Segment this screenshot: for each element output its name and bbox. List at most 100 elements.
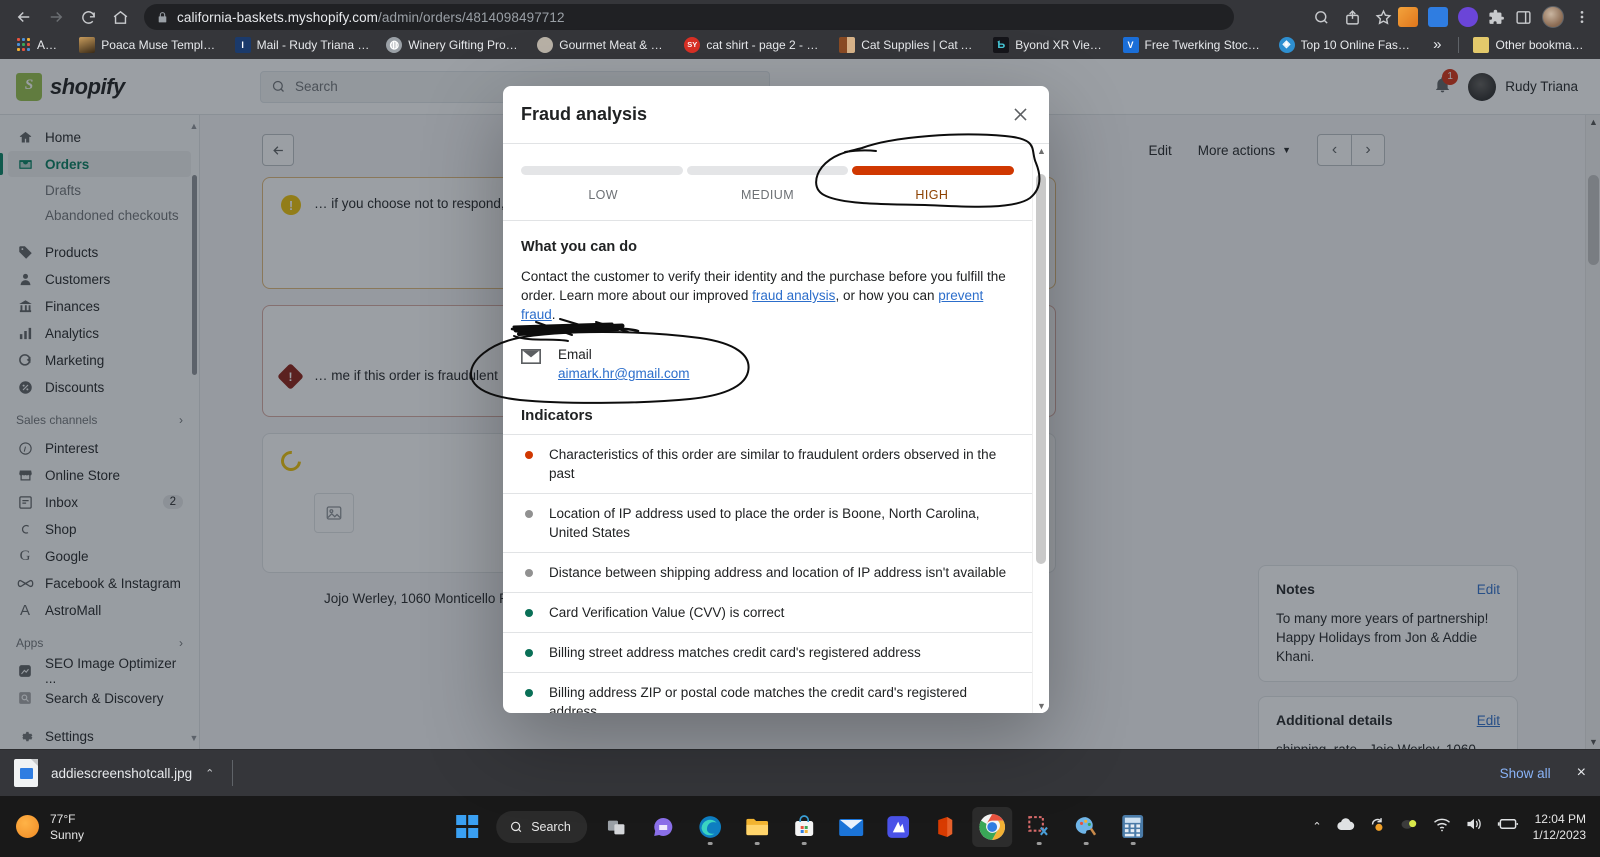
sun-icon [16,815,39,838]
bookmark-label: Top 10 Online Fashi… [1300,37,1417,52]
edge-icon [698,815,721,838]
weather-widget[interactable]: 77°F Sunny [0,811,84,843]
system-tray: ⌃ 12:04 PM 1/12/2023 [1312,811,1600,843]
bookmark-apps[interactable]: Apps [8,34,70,56]
taskbar-edge[interactable] [690,807,730,847]
download-file-name: addiescreenshotcall.jpg [51,765,193,781]
taskbar-search[interactable]: Search [496,810,587,843]
wifi-icon[interactable] [1433,817,1451,837]
reload-button[interactable] [74,3,102,31]
bookmark-item[interactable]: I Mail - Rudy Triana -… [228,34,378,56]
bookmark-item[interactable]: ◈ Top 10 Online Fashi… [1272,34,1424,56]
fraud-analysis-link[interactable]: fraud analysis [752,288,835,303]
modal-scrollbar[interactable]: ▲ ▼ [1032,144,1049,713]
folder-icon [1473,36,1490,53]
clock[interactable]: 12:04 PM 1/12/2023 [1533,811,1586,843]
bookmark-item[interactable]: Gourmet Meat & C… [530,34,675,56]
taskbar-office[interactable] [925,807,965,847]
folder-icon [745,818,768,835]
lock-icon [156,11,169,24]
bookmark-item[interactable]: Ƅ Byond XR Viewer [986,34,1113,56]
share-icon[interactable] [1344,9,1361,26]
bookmark-label: Free Twerking Stock… [1144,37,1263,52]
bookmark-item[interactable]: V Free Twerking Stock… [1116,34,1270,56]
indicator-text: Location of IP address used to place the… [549,506,980,540]
download-bar-actions: Show all × [1500,764,1586,782]
onedrive-icon[interactable] [1336,817,1355,836]
chevron-up-icon[interactable]: ⌃ [205,767,214,780]
modal-scroll-thumb[interactable] [1036,174,1046,564]
update-icon[interactable] [1369,816,1386,838]
taskbar-paint[interactable] [1066,807,1106,847]
taskbar-file-explorer[interactable] [737,807,777,847]
contact-block: Email aimark.hr@gmail.com [558,346,689,381]
show-all-downloads-link[interactable]: Show all [1500,766,1551,781]
risk-segment-low [521,166,683,175]
volume-icon[interactable] [1465,816,1483,837]
extensions-puzzle-icon[interactable] [1488,9,1505,26]
apps-grid-icon [15,37,31,53]
customer-email-link[interactable]: aimark.hr@gmail.com [558,366,689,381]
other-bookmarks-folder[interactable]: Other bookmarks [1466,34,1592,56]
bookmark-star-icon[interactable] [1375,8,1392,26]
taskbar-chrome[interactable] [971,806,1012,847]
download-item[interactable]: addiescreenshotcall.jpg ⌃ [14,759,214,787]
indicator-row: Location of IP address used to place the… [503,494,1032,553]
battery-icon[interactable] [1497,817,1519,836]
extension-icon-3[interactable] [1458,7,1478,27]
bookmark-label: Mail - Rudy Triana -… [256,37,371,52]
clock-time: 12:04 PM [1534,811,1586,826]
taskbar-snipping-tool[interactable] [1019,807,1059,847]
address-bar[interactable]: california-baskets.myshopify.com/admin/o… [144,4,1234,30]
indicators-title: Indicators [521,407,593,424]
taskbar-teams[interactable] [643,807,683,847]
bookmark-item[interactable]: SY cat shirt - page 2 - S… [677,34,830,56]
bookmark-item[interactable]: Poaca Muse Templa… [72,34,225,56]
task-view-button[interactable] [596,807,636,847]
task-view-icon [607,820,625,834]
start-button[interactable] [447,807,487,847]
side-panel-icon[interactable] [1515,9,1532,26]
bookmark-item[interactable]: Cat Supplies | Cat A… [832,34,984,56]
favicon-icon: I [234,36,251,53]
risk-segment-medium [686,166,849,175]
taskbar-calculator[interactable] [1113,807,1153,847]
bookmark-item[interactable]: ◍ Winery Gifting Prog… [379,34,528,56]
tray-expand-icon[interactable]: ⌃ [1312,820,1321,833]
favicon-icon [537,36,554,53]
close-download-bar-icon[interactable]: × [1577,764,1586,782]
modal-scroll-up[interactable]: ▲ [1033,146,1049,156]
app-icon [886,815,909,838]
taskbar-app-purple[interactable] [878,807,918,847]
home-button[interactable] [106,3,134,31]
chrome-profile-avatar[interactable] [1542,6,1564,28]
bookmarks-overflow-button[interactable]: » [1425,34,1449,55]
taskbar-mail[interactable] [831,807,871,847]
status-dot-grey [525,510,533,518]
favicon-icon: ◍ [386,36,403,53]
tray-app-icon[interactable] [1400,817,1419,836]
extension-icon-2[interactable] [1428,7,1448,27]
search-icon[interactable] [1313,9,1330,26]
risk-label-medium: MEDIUM [740,188,795,202]
back-button[interactable] [10,3,38,31]
bookmark-label: cat shirt - page 2 - S… [706,37,824,52]
indicator-text: Billing street address matches credit ca… [549,645,921,660]
indicator-row: Billing street address matches credit ca… [503,633,1032,673]
indicator-text: Billing address ZIP or postal code match… [549,685,968,713]
chrome-icon [978,813,1005,840]
extension-icon-1[interactable] [1398,7,1418,27]
chrome-menu-icon[interactable] [1574,9,1590,25]
risk-level-section: LOW MEDIUM HIGH [503,144,1032,221]
indicators-list: Characteristics of this order are simila… [503,434,1032,713]
taskbar-microsoft-store[interactable] [784,807,824,847]
taskbar-apps: Search [447,806,1153,847]
indicator-row: Card Verification Value (CVV) is correct [503,593,1032,633]
weather-condition: Sunny [50,827,85,842]
forward-button[interactable] [42,3,70,31]
close-icon[interactable] [1011,105,1030,124]
snipping-tool-icon [1028,816,1048,836]
modal-scroll-down[interactable]: ▼ [1033,701,1049,711]
search-icon [510,821,522,832]
file-icon [14,759,38,787]
